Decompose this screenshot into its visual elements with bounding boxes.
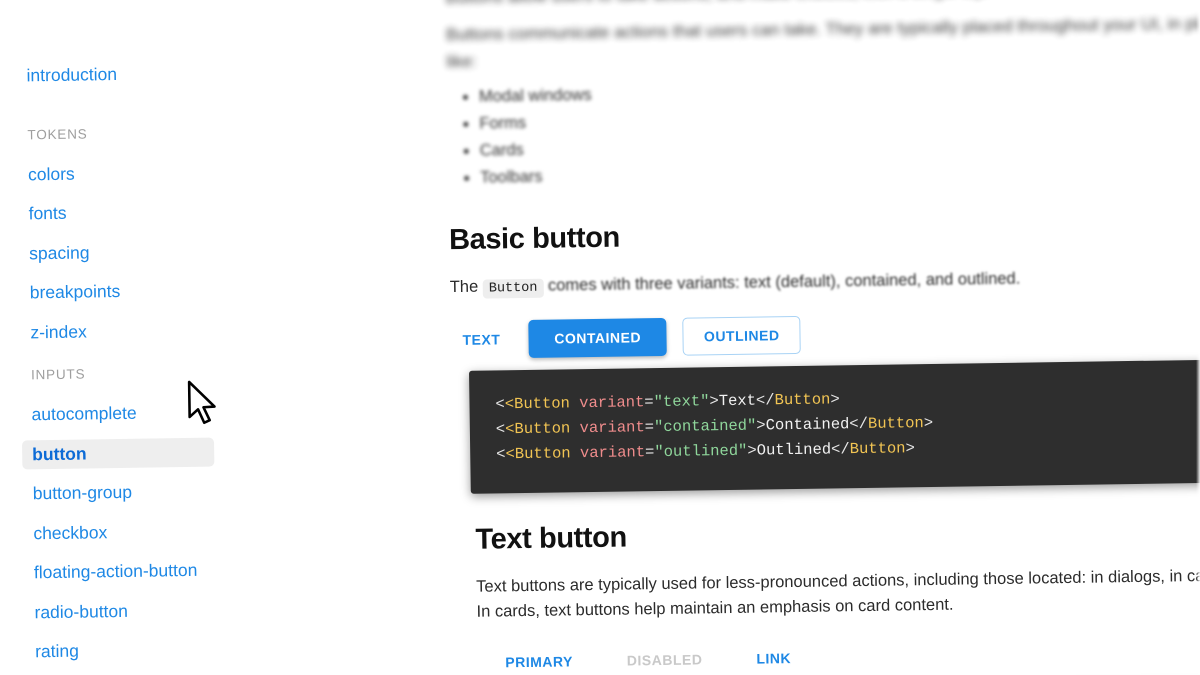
code-token-gt: >	[747, 441, 757, 460]
code-token-string: "outlined"	[654, 441, 748, 461]
sidebar-item-floating-action-button[interactable]: floating-action-button	[24, 554, 354, 588]
sidebar-item-rating[interactable]: rating	[25, 633, 355, 667]
screenshot-viewport: BRICKS introduction TOKENS colors fonts …	[0, 0, 1200, 675]
text-button-desc-line-1: Text buttons are typically used for less…	[476, 566, 1200, 596]
sidebar-item-autocomplete[interactable]: autocomplete	[21, 396, 351, 430]
intro-bullet-list: Modal windows Forms Cards Toolbars	[479, 74, 1200, 190]
sidebar-item-button-group[interactable]: button-group	[23, 475, 353, 509]
code-token-tag: <Button	[505, 444, 571, 464]
documentation-page: BRICKS introduction TOKENS colors fonts …	[0, 0, 1200, 675]
code-token-text: Contained	[765, 414, 850, 435]
code-token-close: </	[830, 440, 850, 459]
code-token-eq: =	[644, 417, 655, 436]
basic-button-demo-row: TEXT CONTAINED OUTLINED	[450, 309, 1200, 359]
section-title-text-button: Text button	[475, 521, 628, 556]
right-edge-fade	[1196, 0, 1200, 675]
sidebar-link-list: introduction TOKENS colors fonts spacing…	[16, 57, 357, 675]
basic-button-description: The Button comes with three variants: te…	[450, 264, 1200, 301]
sidebar-item-colors[interactable]: colors	[18, 155, 348, 189]
code-token-close-tag: Button	[849, 439, 906, 459]
sidebar-item-radio-button[interactable]: radio-button	[24, 593, 354, 627]
sidebar-item-fonts[interactable]: fonts	[18, 195, 348, 229]
demo-button-primary[interactable]: PRIMARY	[493, 645, 585, 675]
code-token-close-gt: >	[830, 389, 840, 409]
code-token-text: Outlined	[756, 440, 832, 460]
code-token-close-tag: Button	[774, 390, 831, 409]
text-button-demo-row: PRIMARY DISABLED LINK	[493, 635, 1200, 675]
section-title-basic-button: Basic button	[448, 221, 621, 257]
desc-prefix: The	[449, 278, 483, 297]
code-token-gt: >	[756, 416, 766, 435]
code-token-text: Text	[718, 391, 757, 410]
sidebar-section-heading-inputs: INPUTS	[30, 366, 86, 383]
sidebar-item-button[interactable]: button	[21, 437, 215, 470]
code-token-attr: variant	[570, 417, 645, 438]
code-token-close-gt: >	[905, 439, 915, 458]
desc-suffix: comes with three variants: text (default…	[543, 270, 1021, 296]
demo-button-outlined[interactable]: OUTLINED	[682, 315, 801, 356]
demo-button-text[interactable]: TEXT	[450, 322, 512, 357]
code-token-close-tag: Button	[867, 413, 924, 433]
code-token-close: </	[849, 414, 869, 433]
code-token-attr: variant	[569, 392, 645, 412]
demo-button-link[interactable]: LINK	[744, 641, 803, 675]
text-button-description: Text buttons are typically used for less…	[476, 562, 1200, 625]
demo-button-disabled: DISABLED	[611, 643, 719, 675]
intro-paragraph-2: Buttons communicate actions that users c…	[445, 13, 1200, 71]
code-token-eq: =	[644, 442, 655, 462]
code-token-string: "contained"	[653, 416, 757, 436]
text-button-desc-line-2: In cards, text buttons help maintain an …	[476, 595, 954, 621]
sidebar-item-spacing[interactable]: spacing	[19, 234, 349, 268]
code-token-attr: variant	[570, 443, 646, 463]
main-content: Buttons allow users to take actions, and…	[387, 0, 1200, 675]
code-token-close-gt: >	[923, 413, 934, 432]
code-token-close: </	[755, 390, 775, 410]
sidebar-item-breakpoints[interactable]: breakpoints	[20, 274, 350, 308]
sidebar-item-introduction[interactable]: introduction	[16, 57, 346, 91]
code-token-tag: <Button	[505, 419, 571, 439]
intro-paragraph-1: Buttons allow users to take actions, and…	[445, 0, 1200, 11]
inline-code-button: Button	[482, 279, 544, 300]
code-block-basic-button[interactable]: <<Button variant="text">Text</Button> <<…	[468, 357, 1200, 494]
code-token-eq: =	[644, 392, 654, 411]
sidebar-navigation: BRICKS introduction TOKENS colors fonts …	[0, 0, 399, 675]
demo-button-contained[interactable]: CONTAINED	[528, 317, 668, 358]
sidebar-item-checkbox[interactable]: checkbox	[23, 514, 353, 548]
sidebar-item-z-index[interactable]: z-index	[20, 313, 350, 347]
code-token-tag: <Button	[504, 393, 571, 413]
code-token-string: "text"	[653, 391, 710, 411]
sidebar-section-heading-tokens: TOKENS	[27, 125, 88, 142]
